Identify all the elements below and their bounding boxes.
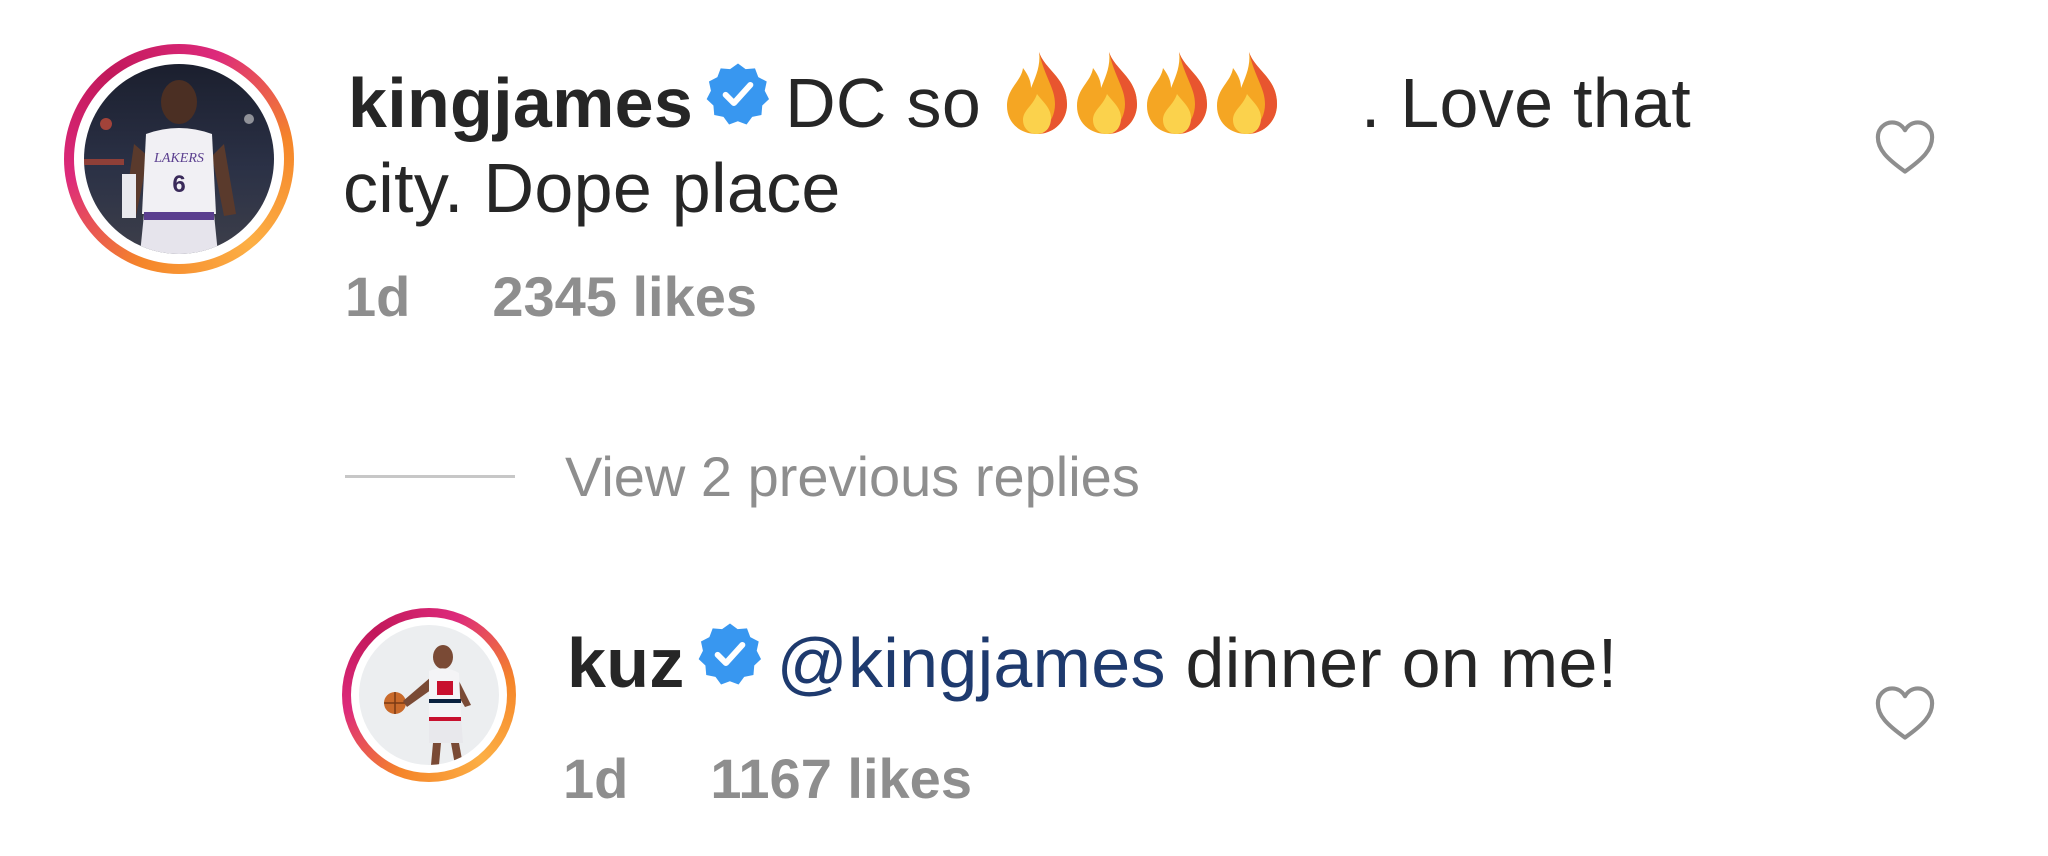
avatar-player-image: [359, 625, 499, 765]
comment-text: dinner on me!: [1165, 624, 1618, 702]
comment-username[interactable]: kuz: [567, 624, 685, 702]
mention-link[interactable]: @kingjames: [777, 624, 1166, 702]
likes-count[interactable]: 2345 likes: [492, 265, 757, 328]
comment-meta: 1d 2345 likes: [345, 264, 757, 329]
avatar-player-image: LAKERS 6: [84, 64, 274, 254]
comment-text-line-2: city. Dope place: [343, 149, 841, 227]
comment-text: DC so: [785, 63, 982, 142]
svg-text:6: 6: [172, 171, 185, 198]
comment-username[interactable]: kingjames: [348, 64, 693, 142]
comment-text-line-1: kuz @kingjames dinner on me!: [567, 618, 1617, 714]
likes-count[interactable]: 1167 likes: [710, 747, 972, 810]
fire-emoji-icon: [1001, 48, 1361, 157]
comment-meta: 1d 1167 likes: [563, 746, 972, 811]
view-previous-replies[interactable]: View 2 previous replies: [345, 436, 1140, 516]
heart-outline-icon[interactable]: [1874, 118, 1936, 181]
verified-badge-icon: [705, 58, 771, 148]
view-replies-label[interactable]: View 2 previous replies: [565, 444, 1140, 509]
avatar[interactable]: [359, 625, 499, 765]
comment-text: . Love that: [1360, 63, 1692, 142]
svg-text:LAKERS: LAKERS: [153, 151, 204, 166]
avatar[interactable]: LAKERS 6: [84, 64, 274, 254]
comment-age: 1d: [563, 747, 629, 810]
comment-age: 1d: [345, 265, 411, 328]
replies-divider: [345, 474, 515, 478]
verified-badge-icon: [697, 618, 763, 708]
heart-outline-icon[interactable]: [1874, 684, 1936, 747]
